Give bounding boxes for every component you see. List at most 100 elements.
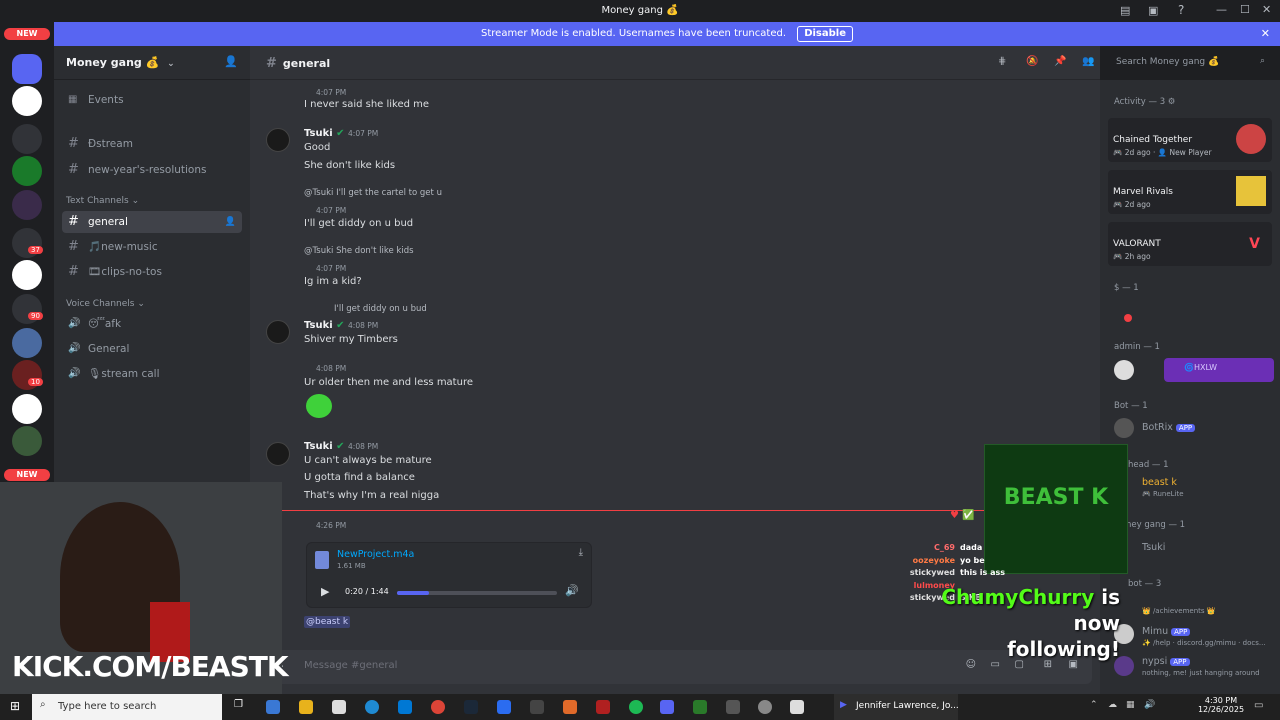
app-icon[interactable]	[790, 700, 804, 714]
voice-stream-call[interactable]: 🔊 🎙stream call	[62, 363, 242, 385]
audio-progress-track[interactable]	[397, 591, 557, 595]
obs-icon[interactable]	[530, 700, 544, 714]
reply-preview[interactable]: @Tsuki I'll get the cartel to get u	[304, 188, 442, 198]
server-icon[interactable]: 37	[12, 228, 43, 258]
activity-card[interactable]: VALORANT 🎮 2h ago V	[1108, 222, 1272, 266]
member-mimu[interactable]: Mimu APP	[1142, 626, 1191, 637]
invite-icon[interactable]: 👤	[225, 211, 236, 233]
server-icon[interactable]	[12, 394, 42, 424]
message-author[interactable]: Tsuki ✔ 4:08 PM	[304, 441, 378, 452]
spotify-icon[interactable]	[629, 700, 643, 714]
volume-icon[interactable]: 🔊	[1144, 700, 1155, 710]
server-icon[interactable]	[12, 260, 42, 290]
server-icon[interactable]	[12, 124, 42, 154]
app-icon[interactable]	[726, 700, 740, 714]
app-icon[interactable]	[563, 700, 577, 714]
copilot-icon[interactable]	[266, 700, 280, 714]
mention[interactable]: @beast k	[304, 616, 351, 628]
server-icon[interactable]	[12, 156, 42, 186]
server-icon[interactable]	[12, 328, 42, 358]
member-beastk[interactable]: beast k	[1142, 477, 1177, 488]
taskbar-media-app[interactable]: ▶ Jennifer Lawrence, Jo...	[834, 694, 958, 720]
channel-general[interactable]: # general 👤	[62, 211, 242, 233]
game-name: Chained Together	[1113, 135, 1193, 145]
avatar[interactable]	[1114, 360, 1134, 380]
disable-button[interactable]: Disable	[797, 26, 853, 42]
events-item[interactable]: ▦ Events	[62, 89, 242, 111]
server-icon-money[interactable]	[12, 86, 42, 116]
attachment-name[interactable]: NewProject.m4a	[337, 549, 414, 560]
close-icon[interactable]: ✕	[1262, 3, 1271, 16]
app-icon[interactable]	[497, 700, 511, 714]
channel-label: 🎞clips-no-tos	[88, 266, 162, 278]
overlay-chat-line: stickywed this is ass	[890, 568, 1005, 577]
minimize-icon[interactable]: —	[1216, 3, 1227, 16]
network-icon[interactable]: ▦	[1126, 700, 1135, 710]
category-voice-channels[interactable]: Voice Channels ⌄	[66, 299, 145, 309]
activity-card[interactable]: Chained Together 🎮 2d ago · 👤 New Player	[1108, 118, 1272, 162]
task-view-icon[interactable]: ❐	[234, 699, 243, 710]
threads-icon[interactable]: ⋕	[998, 56, 1006, 67]
message-text: Shiver my Timbers	[304, 334, 398, 345]
clock[interactable]: 4:30 PM 12/26/2025	[1196, 696, 1246, 714]
avatar[interactable]	[1114, 418, 1134, 438]
volume-icon[interactable]: 🔊	[565, 584, 579, 597]
inbox-icon[interactable]: ▤	[1120, 4, 1130, 17]
members-icon[interactable]: 👥	[1082, 56, 1094, 67]
server-icon[interactable]: 90	[12, 294, 43, 324]
help-icon[interactable]: ?	[1178, 3, 1184, 17]
app-icon[interactable]	[758, 700, 772, 714]
channel-dstream[interactable]: # Ðstream	[62, 133, 242, 155]
banner-close-icon[interactable]: ✕	[1261, 22, 1270, 46]
voice-general[interactable]: 🔊 General	[62, 338, 242, 360]
member-admin[interactable]: 🌀HXLW	[1164, 358, 1274, 382]
store-icon[interactable]	[332, 700, 346, 714]
member-nypsi[interactable]: nypsi APP	[1142, 656, 1190, 667]
server-icon[interactable]	[12, 190, 42, 220]
window-icon[interactable]: ▣	[1148, 4, 1158, 17]
reply-preview[interactable]: @Tsuki She don't like kids	[304, 246, 414, 256]
outlook-icon[interactable]	[398, 700, 412, 714]
server-icon[interactable]: 10	[12, 360, 43, 390]
edge-icon[interactable]	[365, 700, 379, 714]
app-icon[interactable]	[596, 700, 610, 714]
download-icon[interactable]: ⤓	[579, 547, 583, 558]
add-friend-icon[interactable]: 👤	[224, 55, 238, 68]
channel-clips[interactable]: # 🎞clips-no-tos	[62, 261, 242, 283]
notification-icon[interactable]: ▭	[1254, 700, 1263, 711]
category-text-channels[interactable]: Text Channels ⌄	[66, 196, 139, 206]
windows-start-icon[interactable]: ⊞	[10, 699, 20, 713]
channel-resolutions[interactable]: # new-year's-resolutions	[62, 159, 242, 181]
server-icon[interactable]	[12, 54, 42, 84]
message-author[interactable]: Tsuki ✔ 4:08 PM	[304, 320, 378, 331]
reaction-icons[interactable]: ♥ ✅	[950, 510, 975, 521]
taskbar-search[interactable]: ⌕ Type here to search	[32, 694, 222, 720]
reply-preview[interactable]: I'll get diddy on u bud	[334, 304, 427, 314]
pin-icon[interactable]: 📌	[1054, 56, 1066, 67]
overlay-chat-text: dada	[960, 543, 983, 552]
message-time: 4:08 PM	[348, 321, 379, 330]
maximize-icon[interactable]: ☐	[1240, 3, 1250, 16]
app-badge: APP	[1170, 658, 1190, 666]
server-icon[interactable]	[12, 426, 42, 456]
play-icon[interactable]: ▶	[321, 585, 329, 598]
voice-afk[interactable]: 🔊 😴afk	[62, 313, 242, 335]
steam-icon[interactable]	[464, 700, 478, 714]
mute-icon[interactable]: 🔕	[1026, 56, 1038, 67]
app-icon[interactable]	[693, 700, 707, 714]
server-header[interactable]: Money gang 💰 ⌄ 👤	[54, 46, 250, 80]
cloud-icon[interactable]: ☁	[1108, 700, 1117, 710]
message-author[interactable]: Tsuki ✔ 4:07 PM	[304, 128, 378, 139]
member-botrix[interactable]: BotRix APP	[1142, 422, 1196, 433]
chrome-icon[interactable]	[431, 700, 445, 714]
avatar[interactable]	[266, 128, 290, 152]
search-input[interactable]: Search Money gang 💰 ⌕	[1110, 54, 1270, 72]
member-tsuki[interactable]: Tsuki	[1142, 542, 1165, 553]
avatar[interactable]	[266, 320, 290, 344]
activity-card[interactable]: Marvel Rivals 🎮 2d ago	[1108, 170, 1272, 214]
avatar[interactable]	[266, 442, 290, 466]
tray-chevron-icon[interactable]: ⌃	[1090, 700, 1098, 710]
file-explorer-icon[interactable]	[299, 700, 313, 714]
channel-new-music[interactable]: # 🎵new-music	[62, 236, 242, 258]
discord-icon[interactable]	[660, 700, 674, 714]
